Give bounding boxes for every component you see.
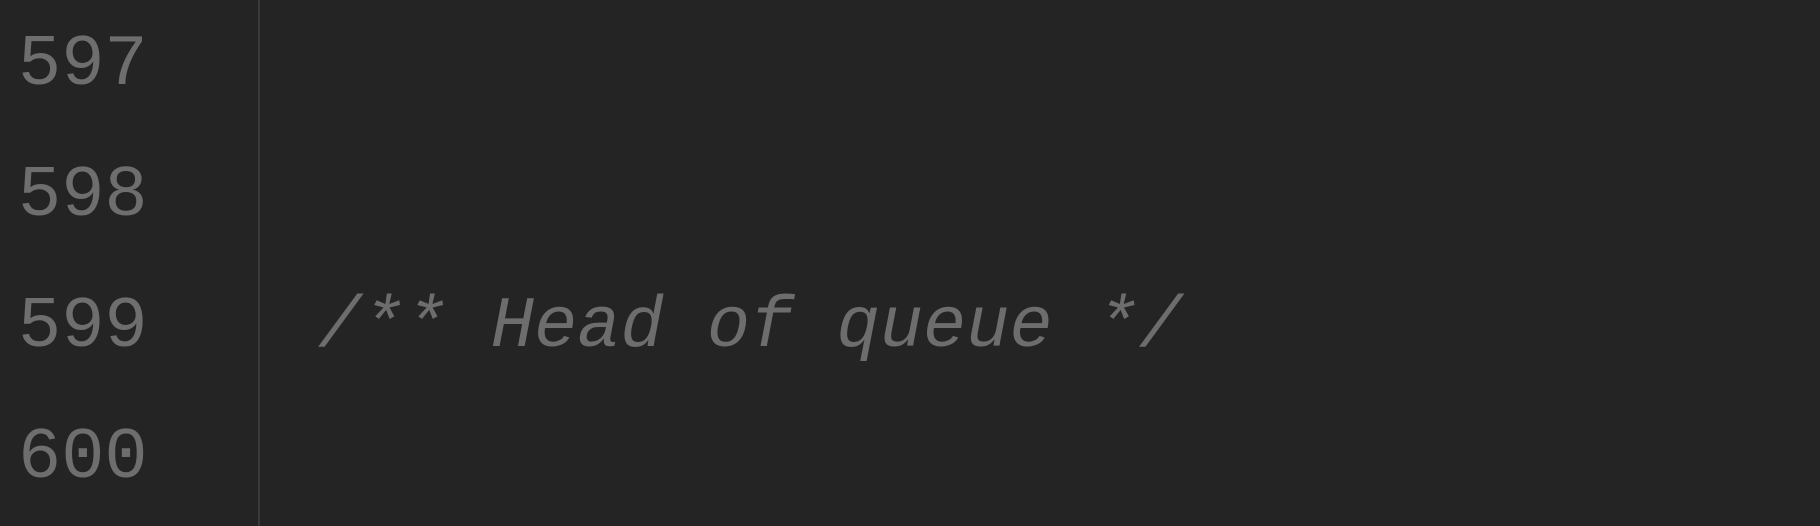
code-area[interactable]: /** Head of queue */ transient volatile … [260, 0, 1614, 526]
line-number: 598 [18, 131, 258, 262]
code-line[interactable]: /** Head of queue */ [318, 262, 1614, 393]
code-token: /** Head of queue */ [318, 286, 1182, 368]
code-editor[interactable]: 597 598 599 600 /** Head of queue */ tra… [0, 0, 1820, 526]
line-number-gutter: 597 598 599 600 [0, 0, 260, 526]
line-number: 597 [18, 0, 258, 131]
line-number: 600 [18, 393, 258, 524]
line-number: 599 [18, 262, 258, 393]
